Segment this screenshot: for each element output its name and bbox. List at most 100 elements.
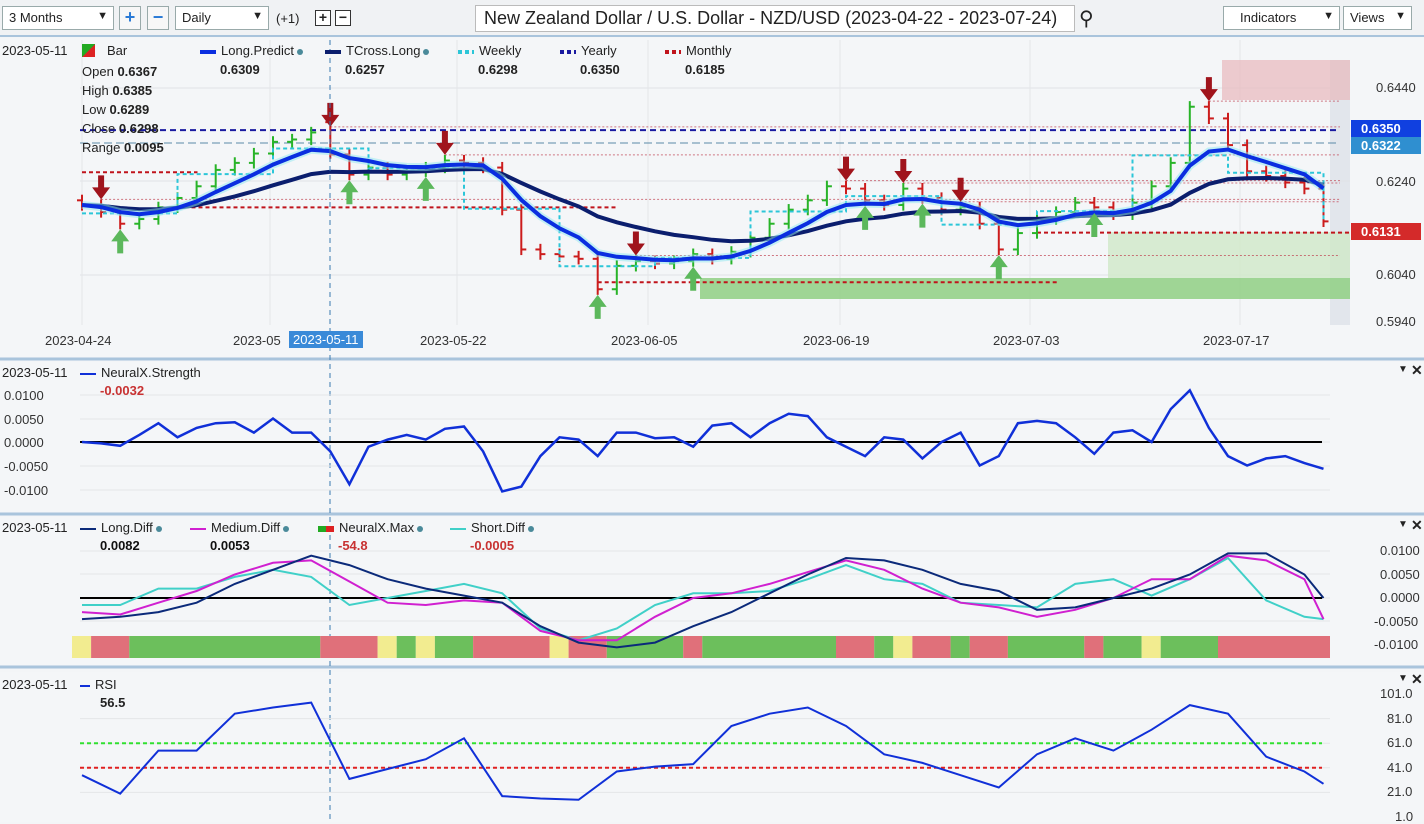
series-swatch-icon (200, 49, 216, 54)
series-value: 0.6309 (220, 62, 260, 77)
neuralx-max-segment (683, 636, 703, 658)
panel-close-icon[interactable]: ✕ (1411, 362, 1423, 379)
series-name: TCross.Long (346, 43, 421, 58)
settings-dot-icon[interactable] (527, 526, 534, 532)
price-axis-label: 0.6040 (1376, 267, 1416, 283)
neuralx-max-segment (396, 636, 416, 658)
series-name: Monthly (686, 43, 732, 58)
rsi-axis-label: 101.0 (1380, 686, 1413, 701)
legend-monthly: Monthly (665, 43, 732, 58)
series-value: 0.6298 (478, 62, 518, 77)
series-value: 0.0082 (100, 538, 140, 553)
diff-axis-label: 0.0000 (1380, 590, 1420, 605)
neuralx-max-segment (1141, 636, 1161, 658)
legend-neuralx-max: NeuralX.Max (318, 520, 424, 535)
panel-close-icon[interactable]: ✕ (1411, 671, 1423, 688)
series-swatch-icon (665, 49, 681, 54)
strength-axis-label: 0.0000 (4, 435, 44, 451)
main-legend-date: 2023-05-11 (2, 43, 68, 58)
ohlc-readout: Open 0.6367 High 0.6385 Low 0.6289 Close… (82, 64, 164, 155)
settings-dot-icon[interactable] (283, 526, 290, 532)
neuralx-max-segment (1007, 636, 1085, 658)
rsi-axis-label: 21.0 (1387, 784, 1413, 800)
neuralx-max-segment (1084, 636, 1104, 658)
panel-menu-icon[interactable]: ▼ (1398, 673, 1408, 684)
chart-canvas[interactable] (0, 0, 1424, 822)
neuralx-max-segment (836, 636, 875, 658)
support-zone-light (1108, 232, 1350, 278)
price-axis-label: 0.5940 (1376, 314, 1416, 329)
rsi-legend: RSI (80, 677, 117, 692)
bar-legend: Bar (82, 43, 127, 58)
resistance-zone (1222, 60, 1350, 100)
strength-axis-label: 0.0050 (4, 411, 44, 427)
series-swatch-icon (560, 49, 576, 54)
neuralx-max-segment (1103, 636, 1142, 658)
series-value: 0.6257 (345, 62, 385, 77)
neuralx-max-segment (473, 636, 550, 658)
neuralx-max-segment (549, 636, 569, 658)
date-axis-label: 2023-05-22 (420, 333, 487, 348)
series-value: 0.6350 (580, 62, 620, 77)
rsi-axis-label: 41.0 (1387, 759, 1413, 775)
diff-axis-label: 0.0050 (1380, 566, 1420, 582)
crosshair-date-label: 2023-05-11 (289, 331, 363, 348)
neuralx-max-segment (702, 636, 836, 658)
series-name: Yearly (581, 43, 617, 58)
strength-axis-label: 0.0100 (4, 388, 44, 403)
panel-menu-icon[interactable]: ▼ (1398, 519, 1408, 530)
support-zone (700, 278, 1350, 299)
series-name: Weekly (479, 43, 522, 58)
neuralx-max-segment (415, 636, 435, 658)
neuralx-max-segment (874, 636, 894, 658)
strength-value: -0.0032 (100, 383, 145, 398)
legend-yearly: Yearly (560, 43, 617, 58)
price-axis-label: 0.6240 (1376, 173, 1416, 189)
price-axis-label: 0.6440 (1376, 80, 1416, 95)
settings-dot-icon[interactable] (423, 49, 430, 55)
strength-legend-date: 2023-05-11 (2, 365, 68, 380)
legend-medium-diff: Medium.Diff (190, 520, 290, 535)
neuralx-max-segment (72, 636, 92, 658)
settings-dot-icon[interactable] (297, 49, 303, 55)
strength-axis-label: -0.0100 (4, 482, 49, 498)
neuralx-max-segment (377, 636, 397, 658)
series-swatch-icon (190, 527, 206, 530)
strength-axis-label: -0.0050 (4, 459, 49, 475)
series-value: 0.6185 (685, 62, 725, 77)
price-tag: 0.6131 (1351, 223, 1421, 240)
price-tag: 0.6350 (1351, 120, 1421, 137)
diff-legend-date: 2023-05-11 (2, 520, 68, 535)
series-swatch-icon (318, 525, 334, 532)
date-axis-label: 2023-06-05 (611, 333, 678, 348)
legend-long-predict: Long.Predict (200, 43, 303, 58)
neuralx-max-segment (950, 636, 970, 658)
date-axis-label: 2023-06-19 (803, 333, 870, 348)
diff-axis-label: -0.0050 (1374, 613, 1419, 629)
price-tag: 0.6322 (1351, 137, 1421, 154)
date-axis-label: 2023-07-17 (1203, 333, 1270, 348)
settings-dot-icon[interactable] (155, 526, 162, 532)
panel-background (0, 672, 1424, 822)
neuralx-max-segment (912, 636, 951, 658)
diff-axis-label: 0.0100 (1380, 543, 1420, 558)
series-value: -0.0005 (470, 538, 515, 553)
panel-close-icon[interactable]: ✕ (1411, 517, 1423, 534)
rsi-value: 56.5 (100, 695, 126, 710)
series-swatch-icon (325, 49, 341, 54)
panel-menu-icon[interactable]: ▼ (1398, 364, 1408, 375)
line-swatch-icon (80, 372, 96, 375)
rsi-axis-label: 61.0 (1387, 735, 1413, 751)
neuralx-max-segment (320, 636, 378, 658)
series-swatch-icon (458, 49, 474, 54)
neuralx-max-segment (91, 636, 130, 658)
bar-icon (82, 44, 95, 57)
line-swatch-icon (80, 684, 90, 687)
series-swatch-icon (80, 527, 96, 530)
neuralx-max-segment (893, 636, 913, 658)
diff-axis-label: -0.0100 (1374, 637, 1419, 652)
settings-dot-icon[interactable] (417, 526, 424, 532)
date-axis-label: 2023-04-24 (45, 333, 112, 348)
neuralx-max-segment (1218, 636, 1330, 658)
date-axis-label: 2023-05 (233, 333, 281, 348)
